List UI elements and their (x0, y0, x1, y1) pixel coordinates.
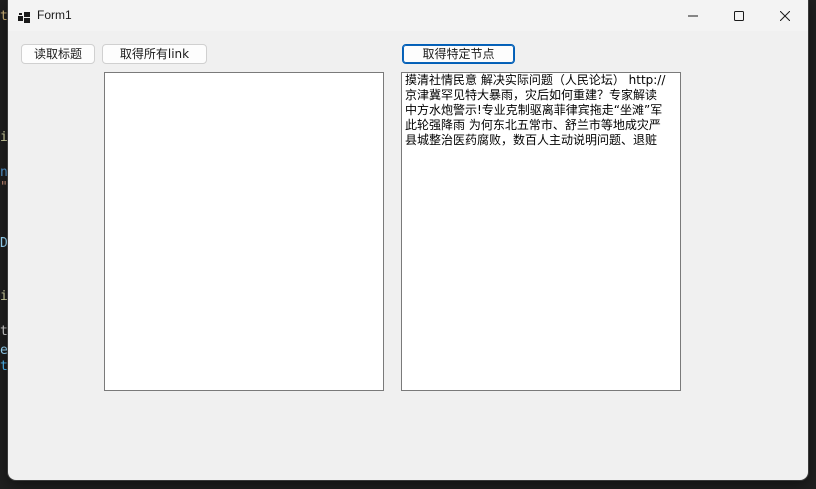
maximize-button[interactable] (716, 0, 762, 31)
get-all-links-button[interactable]: 取得所有link (102, 44, 207, 64)
list-item[interactable]: 中方水炮警示!专业克制驱离菲律宾拖走“坐滩”军 (402, 103, 680, 118)
get-specific-node-button[interactable]: 取得特定节点 (402, 44, 515, 64)
close-button[interactable] (762, 0, 808, 31)
minimize-button[interactable] (670, 0, 716, 31)
title-bar[interactable]: Form1 (8, 0, 808, 31)
links-listbox[interactable] (104, 72, 384, 391)
close-icon (779, 6, 791, 25)
list-item[interactable]: 此轮强降雨 为何东北五常市、舒兰市等地成灾严 (402, 118, 680, 133)
app-window-icon (18, 9, 31, 23)
minimize-icon (688, 6, 698, 25)
form1-window: Form1 读取标题 取得所有link 取得特定节点 摸清社情民意 解决实际问题… (8, 0, 808, 480)
window-title: Form1 (37, 8, 72, 22)
list-item[interactable]: 县城整治医药腐败，数百人主动说明问题、退赃 (402, 133, 680, 148)
nodes-listbox[interactable]: 摸清社情民意 解决实际问题（人民论坛） http:// 京津冀罕见特大暴雨，灾后… (401, 72, 681, 391)
list-item[interactable]: 京津冀罕见特大暴雨，灾后如何重建？专家解读 (402, 88, 680, 103)
maximize-icon (734, 6, 744, 25)
read-title-button[interactable]: 读取标题 (21, 44, 95, 64)
list-item[interactable]: 摸清社情民意 解决实际问题（人民论坛） http:// (402, 73, 680, 88)
